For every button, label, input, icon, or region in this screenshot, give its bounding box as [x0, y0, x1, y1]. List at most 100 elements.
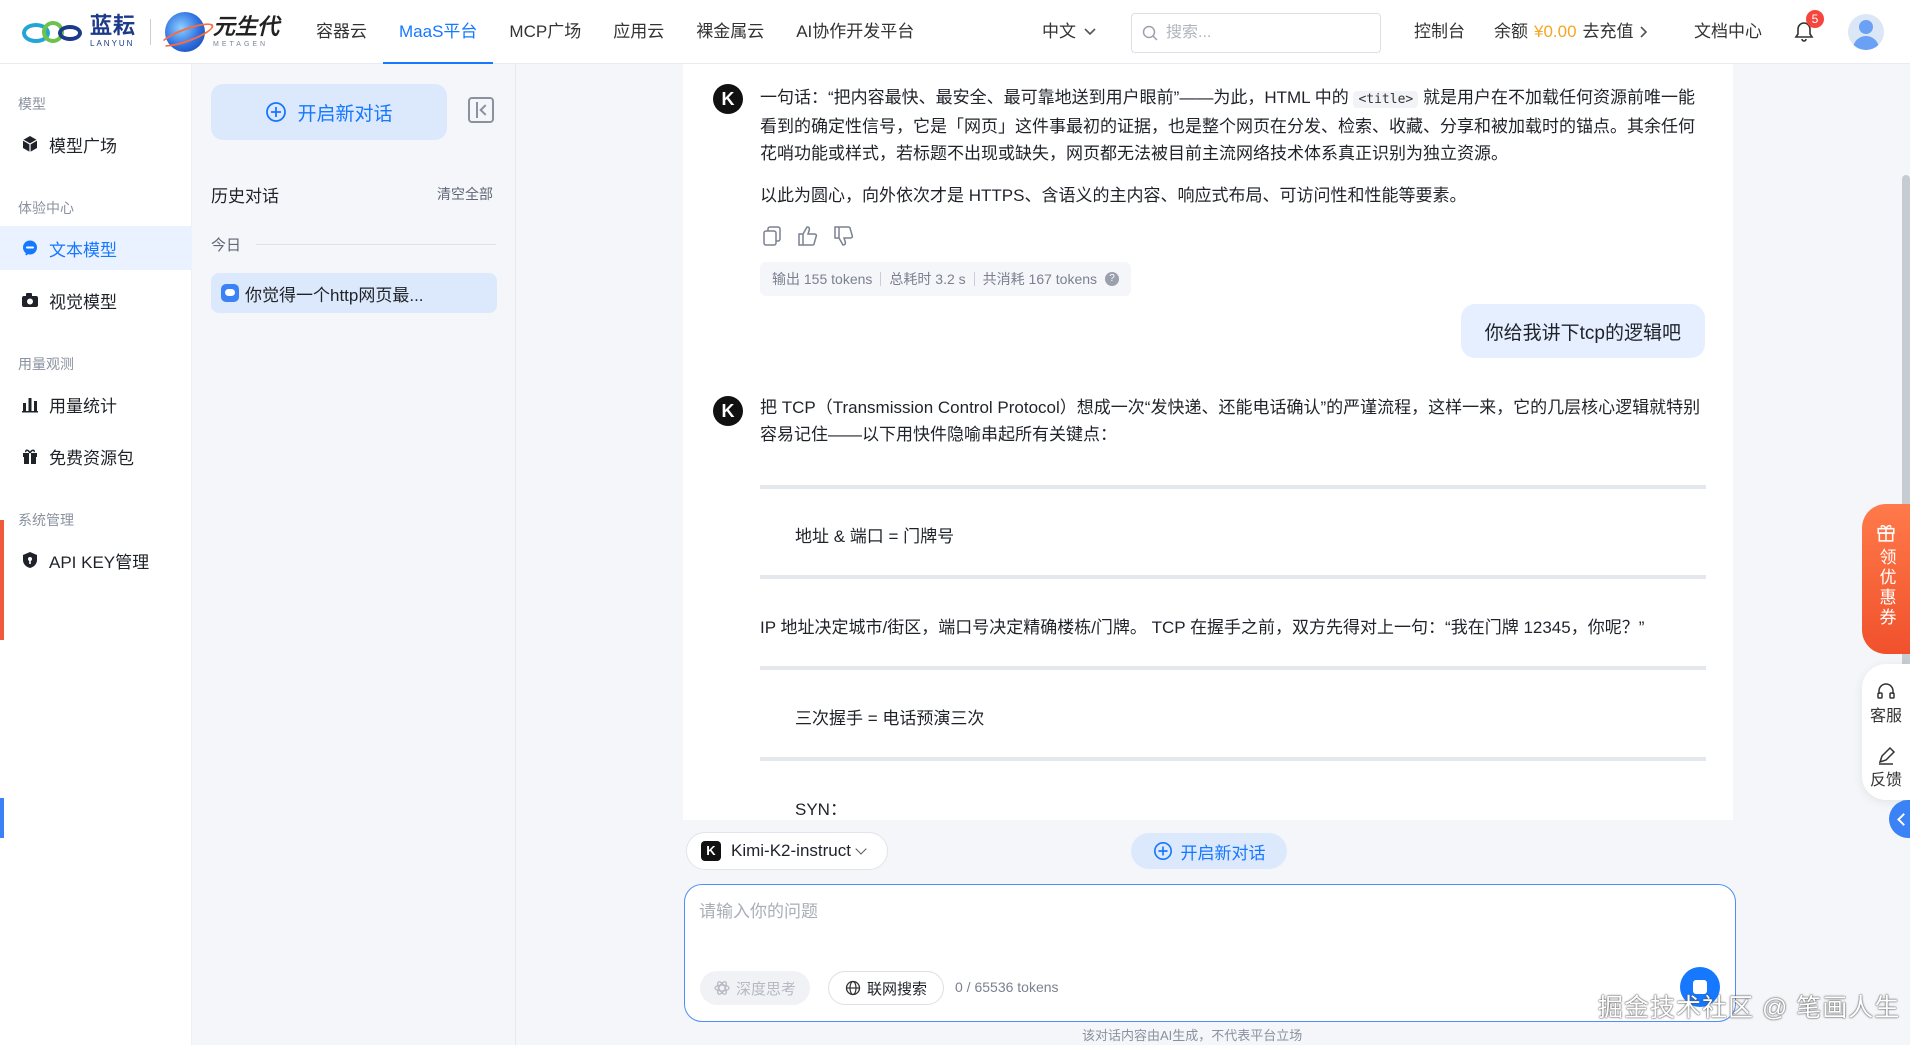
search-box[interactable]: [1131, 13, 1381, 53]
divider: [880, 272, 882, 286]
model-selector[interactable]: K Kimi-K2-instruct: [686, 832, 888, 870]
horizontal-rule: [760, 575, 1706, 579]
nav-link-bare-metal[interactable]: 裸金属云: [680, 0, 780, 64]
pen-icon: [1878, 746, 1896, 765]
brand[interactable]: 蓝耘 LANYUN 元生代 METAGEN: [0, 0, 300, 64]
new-chat-button[interactable]: 开启新对话: [211, 84, 447, 140]
sidebar-group-models: 模型: [18, 96, 46, 112]
language-switcher[interactable]: 中文: [1042, 0, 1096, 64]
nav-link-app-cloud[interactable]: 应用云: [597, 0, 680, 64]
user-avatar[interactable]: [1848, 14, 1884, 50]
total-tokens: 共消耗 167 tokens: [982, 271, 1098, 287]
history-item[interactable]: 你觉得一个http网页最...: [211, 273, 497, 313]
section-text: SYN：: [795, 800, 847, 819]
balance[interactable]: 余额 ¥0.00 去充值: [1494, 0, 1648, 64]
new-chat-label: 开启新对话: [297, 103, 393, 125]
metagen-logo-subtext: METAGEN: [213, 40, 269, 48]
nav-links: 容器云 MaaS平台 MCP广场 应用云 裸金属云 AI协作开发平台: [300, 0, 930, 64]
left-edge-accent: [0, 798, 4, 838]
bar-chart-icon: [20, 394, 40, 414]
chat-icon: [221, 284, 239, 302]
section-body: IP 地址决定城市/街区，端口号决定精确楼栋/门牌。 TCP 在握手之前，双方先…: [760, 618, 1645, 637]
token-usage-bar: 输出 155 tokens 总耗时 3.2 s 共消耗 167 tokens ?: [760, 262, 1132, 296]
lanyun-logo-subtext: LANYUN: [90, 39, 135, 48]
history-title: 历史对话: [211, 187, 279, 206]
atom-icon: [714, 981, 730, 995]
question-input[interactable]: [699, 897, 1679, 947]
sidebar-group-system: 系统管理: [18, 512, 74, 528]
sidebar: 模型 模型广场 体验中心 文本模型 视觉模型 用量观测 用量统计 免费资源包 系…: [0, 64, 192, 1045]
sidebar-item-free-resources[interactable]: 免费资源包: [0, 434, 192, 478]
chat-area: K 一句话：“把内容最快、最安全、最可靠地送到用户眼前”——为此，HTML 中的…: [683, 64, 1733, 820]
web-search-label: 联网搜索: [866, 980, 927, 998]
metagen-orb-icon: [165, 11, 206, 52]
output-tokens: 输出 155 tokens: [772, 271, 873, 287]
recharge-link[interactable]: 去充值: [1583, 0, 1634, 64]
search-input[interactable]: [1166, 24, 1366, 42]
sidebar-item-label: 视觉模型: [49, 292, 117, 312]
shield-icon: [20, 550, 40, 570]
floating-tools: 客服 反馈: [1862, 664, 1910, 800]
watermark: 掘金技术社区 @ 笔画人生: [1598, 994, 1901, 1022]
collapse-panel-icon[interactable]: [468, 97, 494, 123]
sidebar-item-api-key[interactable]: API KEY管理: [0, 538, 192, 582]
divider: [973, 272, 975, 286]
model-name: Kimi-K2-instruct: [731, 841, 851, 860]
new-chat-pill-button[interactable]: 开启新对话: [1131, 833, 1287, 869]
ai-message-intro: 把 TCP（Transmission Control Protocol）想成一次…: [760, 398, 1701, 444]
headset-icon: [1877, 683, 1895, 699]
metagen-logo: 元生代 METAGEN: [165, 11, 279, 52]
section-heading: 三次握手 = 电话预演三次: [795, 709, 985, 728]
deep-think-toggle[interactable]: 深度思考: [700, 971, 810, 1005]
sidebar-group-experience: 体验中心: [18, 200, 74, 216]
nav-link-container-cloud[interactable]: 容器云: [300, 0, 383, 64]
sidebar-item-usage-stats[interactable]: 用量统计: [0, 382, 192, 426]
horizontal-rule: [760, 485, 1706, 489]
chevron-down-icon: [1084, 28, 1096, 36]
new-chat-pill-label: 开启新对话: [1180, 843, 1266, 863]
sidebar-group-usage: 用量观测: [18, 356, 74, 372]
chat-bubble-icon: [20, 238, 40, 258]
sidebar-item-label: 模型广场: [49, 136, 117, 156]
brand-divider: [150, 18, 152, 45]
horizontal-rule: [760, 666, 1706, 670]
lanyun-logo-text: 蓝耘: [90, 13, 137, 38]
nav-link-ai-dev[interactable]: AI协作开发平台: [780, 0, 930, 64]
gift-icon: [1877, 524, 1895, 542]
sidebar-item-label: 用量统计: [49, 396, 117, 416]
ai-message-paragraph: 以此为圆心，向外依次才是 HTTPS、含语义的主内容、响应式布局、可访问性和性能…: [760, 186, 1467, 205]
sidebar-item-vision-model[interactable]: 视觉模型: [0, 278, 192, 322]
feedback-label: 反馈: [1869, 772, 1902, 789]
help-icon[interactable]: ?: [1105, 272, 1120, 286]
language-label: 中文: [1042, 22, 1076, 41]
feedback-button[interactable]: 反馈: [1870, 746, 1902, 790]
nav-link-mcp[interactable]: MCP广场: [493, 0, 597, 64]
today-label: 今日: [211, 237, 242, 254]
copy-icon[interactable]: [760, 224, 784, 248]
notification-badge: 5: [1806, 10, 1824, 28]
total-time: 总耗时 3.2 s: [889, 271, 966, 287]
console-link[interactable]: 控制台: [1414, 0, 1465, 64]
code-inline: <title>: [1353, 91, 1419, 108]
sidebar-item-label: 文本模型: [49, 240, 117, 260]
ai-disclaimer: 该对话内容由AI生成，不代表平台立场: [1082, 1028, 1303, 1043]
kimi-avatar: K: [713, 84, 743, 114]
gift-icon: [20, 446, 40, 466]
history-item-label: 你觉得一个http网页最...: [245, 285, 424, 305]
plus-chat-icon: [1153, 842, 1172, 860]
top-nav: 蓝耘 LANYUN 元生代 METAGEN 容器云 MaaS平台 MCP广场 应…: [0, 0, 1910, 64]
nav-link-maas[interactable]: MaaS平台: [383, 0, 494, 64]
collapse-tools-icon[interactable]: [1889, 800, 1910, 838]
customer-service-button[interactable]: 客服: [1870, 682, 1902, 726]
history-panel: 开启新对话 历史对话 清空全部 今日 你觉得一个http网页最...: [192, 64, 516, 1045]
web-search-toggle[interactable]: 联网搜索: [828, 971, 944, 1005]
sidebar-item-label: API KEY管理: [49, 552, 150, 572]
sidebar-item-text-model[interactable]: 文本模型: [0, 226, 192, 270]
sidebar-item-model-square[interactable]: 模型广场: [0, 122, 192, 166]
clear-all-button[interactable]: 清空全部: [437, 184, 493, 204]
docs-link[interactable]: 文档中心: [1694, 0, 1762, 64]
thumbs-down-icon[interactable]: [832, 224, 856, 248]
thumbs-up-icon[interactable]: [796, 224, 820, 248]
coupon-button[interactable]: 领优惠券: [1862, 504, 1910, 654]
cube-icon: [20, 134, 40, 154]
